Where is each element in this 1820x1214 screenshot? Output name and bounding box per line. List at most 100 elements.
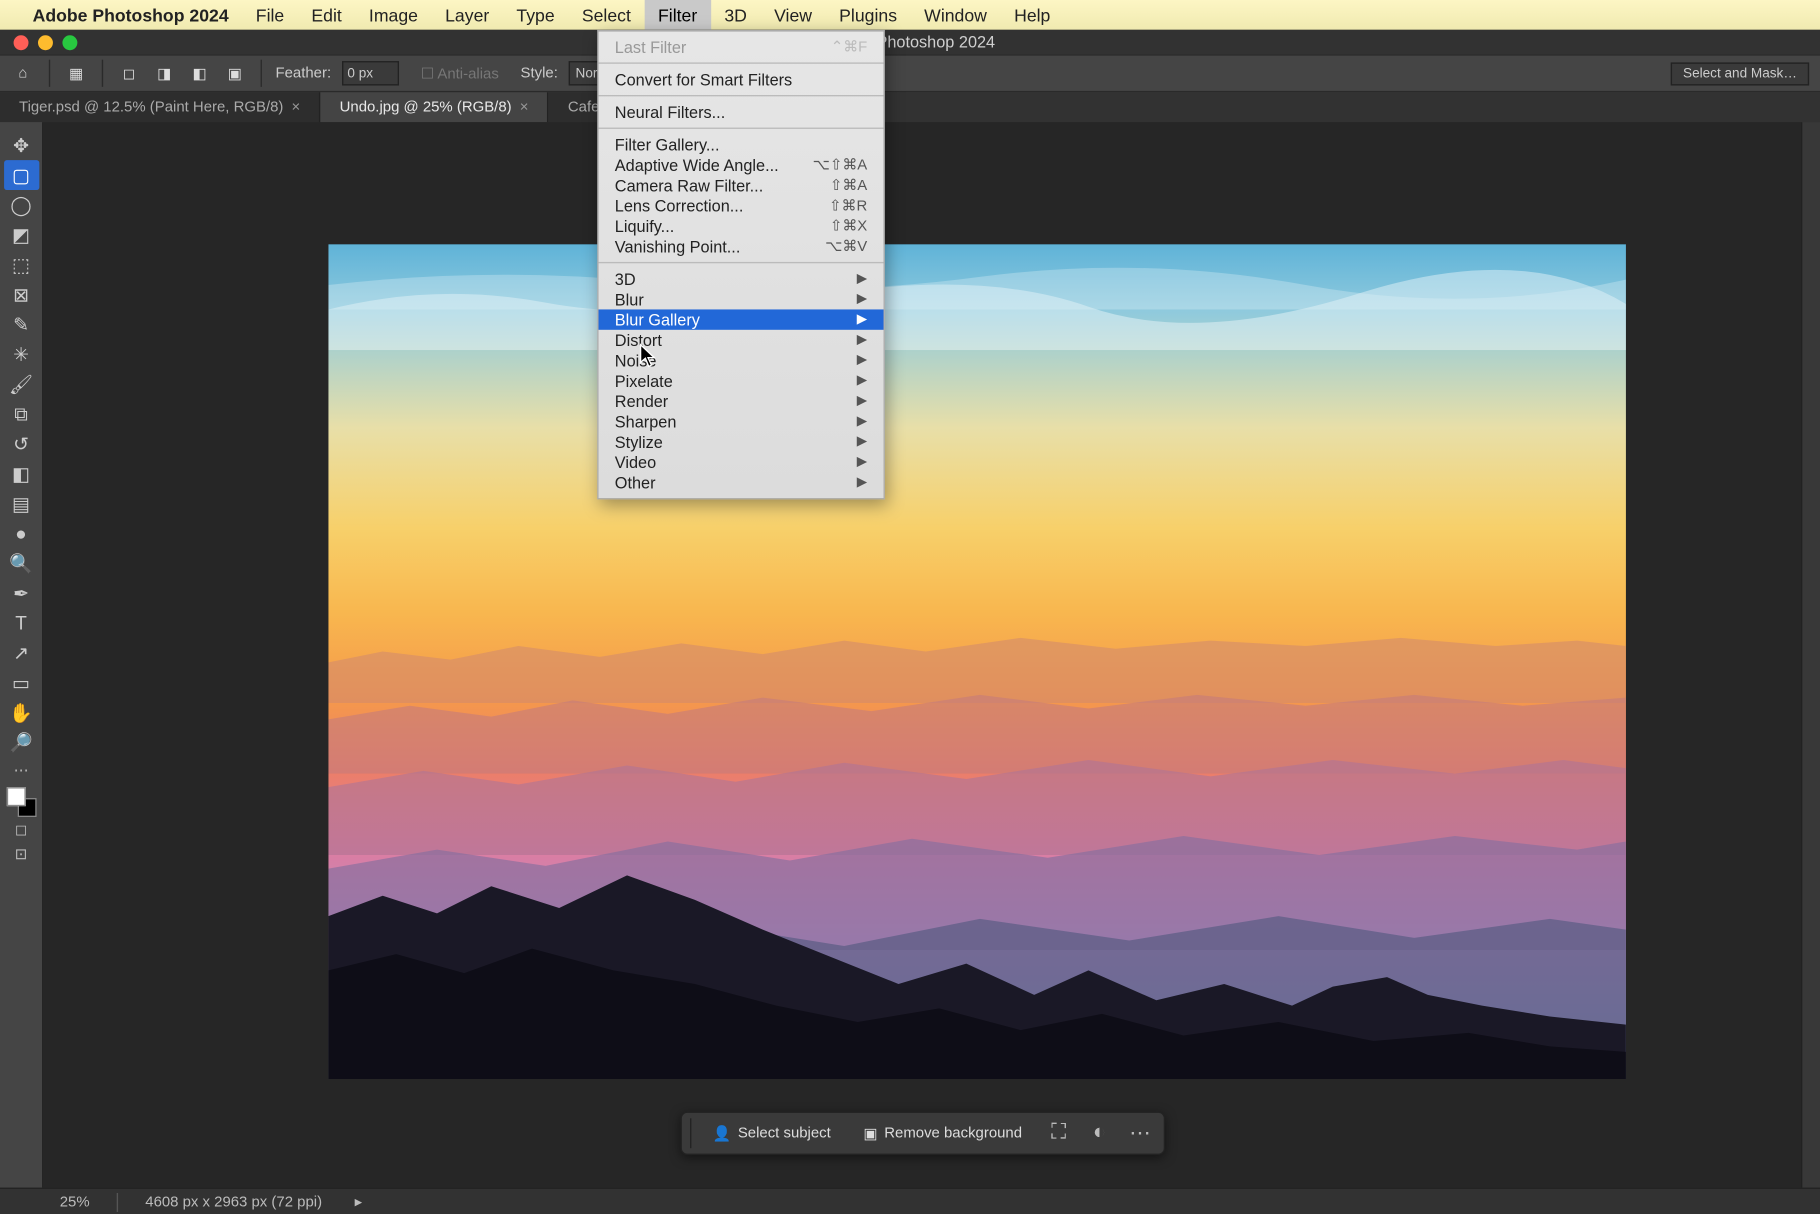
feather-label: Feather: [276, 65, 332, 81]
menu-item-distort[interactable]: Distort▶ [599, 330, 884, 350]
select-and-mask-button[interactable]: Select and Mask… [1671, 62, 1809, 85]
menu-item-pixelate[interactable]: Pixelate▶ [599, 371, 884, 391]
menu-layer[interactable]: Layer [432, 0, 503, 30]
marquee-options-icon[interactable]: ▦ [64, 61, 88, 85]
menu-item-stylize[interactable]: Stylize▶ [599, 432, 884, 452]
history-brush-tool[interactable]: ↺ [3, 429, 38, 459]
move-tool[interactable]: ✥ [3, 130, 38, 160]
select-subject-button[interactable]: 👤Select subject [702, 1119, 842, 1148]
panel-dock[interactable] [1801, 122, 1820, 1187]
menu-item-3d[interactable]: 3D▶ [599, 269, 884, 289]
menu-item-video[interactable]: Video▶ [599, 452, 884, 472]
adjust-icon[interactable]: ◐ [1084, 1118, 1114, 1148]
submenu-arrow-icon: ▶ [857, 271, 867, 286]
menu-item-lens-correction[interactable]: Lens Correction...⇧⌘R [599, 195, 884, 215]
menu-item-vanishing-point[interactable]: Vanishing Point...⌥⌘V [599, 236, 884, 256]
quick-mask-icon[interactable]: ◻ [3, 817, 38, 841]
zoom-level[interactable]: 25% [60, 1194, 90, 1210]
antialias-label: Anti-alias [437, 66, 498, 82]
menu-item-noise[interactable]: Noise▶ [599, 350, 884, 370]
menu-window[interactable]: Window [911, 0, 1001, 30]
image-icon: ▣ [863, 1124, 877, 1142]
marquee-tool[interactable]: ▢ [3, 160, 38, 190]
menu-item-filter-gallery[interactable]: Filter Gallery... [599, 134, 884, 154]
home-icon[interactable]: ⌂ [11, 61, 35, 85]
menu-help[interactable]: Help [1001, 0, 1064, 30]
menu-item-camera-raw-filter[interactable]: Camera Raw Filter...⇧⌘A [599, 175, 884, 195]
mac-menubar[interactable]: Adobe Photoshop 2024 FileEditImageLayerT… [0, 0, 1820, 30]
heal-tool[interactable]: ✳ [3, 339, 38, 369]
close-icon[interactable]: × [520, 99, 529, 115]
titlebar: Adobe Photoshop 2024 [0, 30, 1820, 54]
menu-item-sharpen[interactable]: Sharpen▶ [599, 411, 884, 431]
clone-tool[interactable]: ⧉ [3, 399, 38, 429]
object-select-tool[interactable]: ◩ [3, 220, 38, 250]
menu-file[interactable]: File [242, 0, 298, 30]
submenu-arrow-icon: ▶ [857, 373, 867, 388]
menu-edit[interactable]: Edit [298, 0, 356, 30]
canvas-area[interactable]: 👤Select subject ▣Remove background ⛶ ◐ ⋯ [43, 122, 1801, 1187]
fg-swatch[interactable] [6, 787, 25, 806]
person-icon: 👤 [712, 1124, 731, 1142]
sel-subtract-icon[interactable]: ◧ [187, 61, 211, 85]
menu-item-other[interactable]: Other▶ [599, 472, 884, 492]
eyedropper-tool[interactable]: ✎ [3, 309, 38, 339]
tools-panel: ✥▢◯◩⬚⊠✎✳🖌⧉↺◧▤●🔍✒T↗▭✋🔎⋯ ◻⊡ [0, 122, 43, 1187]
close-icon[interactable]: × [292, 99, 301, 115]
brush-tool[interactable]: 🖌 [3, 369, 38, 399]
window-close-icon[interactable] [14, 35, 29, 50]
document-tab[interactable]: Tiger.psd @ 12.5% (Paint Here, RGB/8)× [0, 92, 321, 122]
type-tool[interactable]: T [3, 608, 38, 638]
filter-menu-dropdown[interactable]: Last Filter⌃⌘F Convert for Smart Filters N… [597, 30, 885, 500]
menu-item-liquify[interactable]: Liquify...⇧⌘X [599, 216, 884, 236]
submenu-arrow-icon: ▶ [857, 333, 867, 348]
blur-tool[interactable]: ● [3, 518, 38, 548]
document-info[interactable]: 4608 px x 2963 px (72 ppi) [145, 1194, 322, 1210]
screen-mode-icon[interactable]: ⊡ [3, 841, 38, 865]
more-icon[interactable]: ⋯ [1125, 1118, 1155, 1148]
zoom-tool[interactable]: 🔎 [3, 727, 38, 757]
menu-type[interactable]: Type [503, 0, 568, 30]
pen-tool[interactable]: ✒ [3, 578, 38, 608]
feather-input[interactable] [342, 61, 399, 85]
menu-item-render[interactable]: Render▶ [599, 391, 884, 411]
color-swatches[interactable] [6, 787, 36, 817]
dodge-tool[interactable]: 🔍 [3, 548, 38, 578]
submenu-arrow-icon: ▶ [857, 292, 867, 307]
remove-background-button[interactable]: ▣Remove background [853, 1119, 1033, 1148]
document-canvas[interactable] [328, 244, 1625, 1079]
menu-item-blur-gallery[interactable]: Blur Gallery▶ [599, 309, 884, 329]
lasso-tool[interactable]: ◯ [3, 190, 38, 220]
window-minimize-icon[interactable] [38, 35, 53, 50]
path-tool[interactable]: ↗ [3, 638, 38, 668]
crop-tool[interactable]: ⬚ [3, 250, 38, 280]
sel-add-icon[interactable]: ◨ [152, 61, 176, 85]
transform-icon[interactable]: ⛶ [1044, 1118, 1074, 1148]
menu-3d[interactable]: 3D [711, 0, 761, 30]
frame-tool[interactable]: ⊠ [3, 280, 38, 310]
submenu-arrow-icon: ▶ [857, 475, 867, 490]
menu-item-last-filter: Last Filter⌃⌘F [599, 37, 884, 57]
menu-item-neural-filters[interactable]: Neural Filters... [599, 102, 884, 122]
menu-filter[interactable]: Filter [644, 0, 710, 30]
menu-separator [599, 262, 884, 263]
menu-item-blur[interactable]: Blur▶ [599, 289, 884, 309]
rectangle-tool[interactable]: ▭ [3, 668, 38, 698]
menu-separator [599, 62, 884, 63]
menu-item-adaptive-wide-angle[interactable]: Adaptive Wide Angle...⌥⇧⌘A [599, 155, 884, 175]
menu-view[interactable]: View [760, 0, 825, 30]
hand-tool[interactable]: ✋ [3, 698, 38, 728]
sel-new-icon[interactable]: ◻ [117, 61, 141, 85]
window-zoom-icon[interactable] [62, 35, 77, 50]
document-tab[interactable]: Undo.jpg @ 25% (RGB/8)× [321, 92, 549, 122]
more-tools-icon[interactable]: ⋯ [3, 757, 38, 781]
menu-image[interactable]: Image [355, 0, 431, 30]
sel-intersect-icon[interactable]: ▣ [223, 61, 247, 85]
document-tabs: Tiger.psd @ 12.5% (Paint Here, RGB/8)×Un… [0, 92, 1820, 122]
menu-select[interactable]: Select [568, 0, 644, 30]
gradient-tool[interactable]: ▤ [3, 489, 38, 519]
menu-item-convert-for-smart-filters[interactable]: Convert for Smart Filters [599, 69, 884, 89]
menu-plugins[interactable]: Plugins [826, 0, 911, 30]
eraser-tool[interactable]: ◧ [3, 459, 38, 489]
window-title: Adobe Photoshop 2024 [0, 33, 1820, 52]
